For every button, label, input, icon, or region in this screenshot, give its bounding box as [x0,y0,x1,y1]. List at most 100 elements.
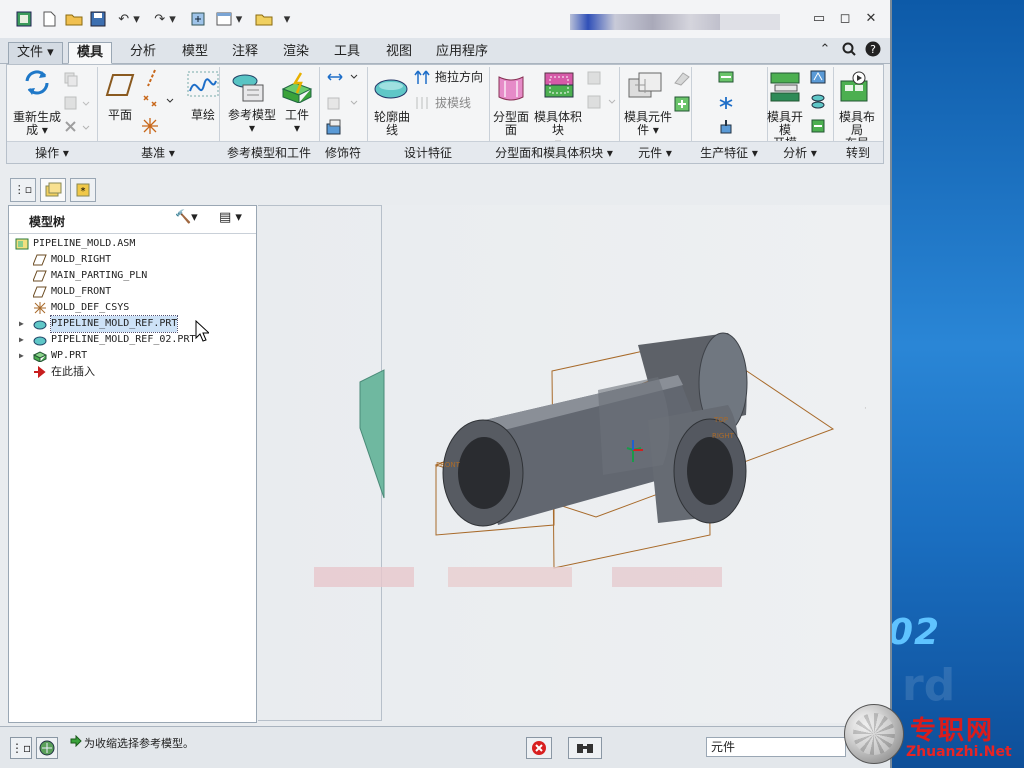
tree-row-insert-here[interactable]: 在此插入 [9,364,256,380]
create-component-icon[interactable] [673,95,691,116]
contour-curve-icon[interactable] [373,77,409,104]
model-tree-tab-icon[interactable]: ⋮▫ [10,178,36,202]
undo-icon[interactable]: ↶ ▾ [114,10,144,28]
collapse-ribbon-icon[interactable]: ⌃ [816,40,834,58]
toggle-browser-icon[interactable] [36,737,58,759]
sketch-icon[interactable] [187,71,219,100]
tree-row-root[interactable]: PIPELINE_MOLD.ASM [9,236,256,252]
tab-file[interactable]: 文件 ▾ [8,42,63,64]
regenerate-icon[interactable] [23,69,53,100]
group-production-features[interactable]: 生产特征 ▾ [691,141,767,163]
thickness-check-icon[interactable] [809,93,827,114]
drag-direction-icon[interactable] [413,69,431,88]
delete-icon[interactable] [63,119,93,138]
mold-component-icon[interactable] [627,71,663,106]
csys-icon[interactable] [141,117,159,138]
point-icon[interactable] [141,93,177,112]
tab-model[interactable]: 模型 [174,42,216,64]
tab-analysis[interactable]: 分析 [122,42,164,64]
group-analysis[interactable]: 分析 ▾ [767,141,833,163]
cavity-icon[interactable] [325,119,343,138]
copy-icon[interactable] [63,71,79,90]
tree-row-main-parting-pln[interactable]: MAIN_PARTING_PLN [9,268,256,284]
app-logo-icon[interactable] [14,10,34,28]
paste-icon[interactable] [63,95,93,114]
tree-row-mold-def-csys[interactable]: MOLD_DEF_CSYS [9,300,256,316]
cancel-selection-button[interactable] [526,737,552,759]
maximize-button[interactable]: ◻ [836,10,854,28]
group-design-features[interactable]: 设计特征 [367,141,489,163]
workpiece-icon[interactable] [279,71,315,106]
new-file-icon[interactable] [40,10,58,28]
mold-volume-icon[interactable] [541,71,577,104]
close-window-folder-icon[interactable] [252,10,276,28]
group-operations[interactable]: 操作 ▾ [7,141,97,163]
water-line-icon[interactable] [717,95,735,114]
expand-arrow-icon[interactable]: ▶ [19,332,24,348]
tree-row-ref-part-2[interactable]: ▶ PIPELINE_MOLD_REF_02.PRT [9,332,256,348]
windows-icon[interactable]: ▾ [212,10,246,28]
tree-row-ref-part-1[interactable]: ▶ PIPELINE_MOLD_REF.PRT [9,315,256,333]
scale-icon[interactable] [325,95,361,114]
axis-icon[interactable] [145,69,159,90]
regenerate-button[interactable]: 重新生成成 ▾ [11,111,63,137]
drag-direction-button[interactable]: 拖拉方向 [435,71,491,84]
tree-settings-icon[interactable]: 🔨▾ [175,210,198,225]
draft-check-icon[interactable] [809,69,827,88]
selection-filter-dropdown[interactable]: 元件 [706,737,846,757]
tab-view[interactable]: 视图 [378,42,420,64]
volume-split-icon[interactable] [585,93,621,114]
projected-area-icon[interactable] [809,117,827,138]
group-goto[interactable]: 转到 [833,141,883,163]
tab-applications[interactable]: 应用程序 [428,42,496,64]
open-folder-icon[interactable] [64,10,84,28]
split-icon[interactable] [585,69,603,90]
group-modifiers[interactable]: 修饰符 [319,141,367,163]
mold-layout-icon[interactable] [839,71,873,106]
tab-render[interactable]: 渲染 [275,42,317,64]
group-parting-and-volume[interactable]: 分型面和模具体积块 ▾ [489,141,619,163]
folder-browser-tab-icon[interactable] [40,178,66,202]
graphics-viewport[interactable]: TOP RIGHT FRONT · [258,205,890,723]
ejector-icon[interactable] [717,119,735,138]
help-icon[interactable]: ? [864,40,882,58]
parting-surface-icon[interactable] [495,73,527,104]
workpiece-button[interactable]: 工件 ▾ [277,109,317,135]
draft-line-button[interactable]: 拔模线 [435,97,485,110]
sketch-button[interactable]: 草绘 [185,109,221,122]
plane-button[interactable]: 平面 [103,109,137,122]
assembly-icon[interactable] [673,69,691,90]
contour-curve-button[interactable]: 轮廓曲线 [369,111,415,137]
plane-icon[interactable] [105,73,135,100]
parting-surface-button[interactable]: 分型面面 [493,111,529,137]
shrink-icon[interactable] [325,69,361,88]
tab-mold[interactable]: 模具 [68,42,113,64]
tab-annotate[interactable]: 注释 [224,42,266,64]
toggle-navigator-icon[interactable]: ⋮▫ [10,737,32,759]
minimize-button[interactable]: ▭ [810,10,828,28]
reference-model-icon[interactable] [231,71,267,106]
tree-row-mold-right[interactable]: MOLD_RIGHT [9,252,256,268]
expand-arrow-icon[interactable]: ▶ [19,316,24,332]
favorites-tab-icon[interactable]: * [70,178,96,202]
mold-opening-icon[interactable] [769,71,803,106]
group-component[interactable]: 元件 ▾ [619,141,691,163]
close-button[interactable]: ✕ [862,10,880,28]
reference-model-button[interactable]: 参考模型 ▾ [225,109,279,135]
tree-columns-icon[interactable]: ▤ ▾ [219,210,242,225]
find-button[interactable] [568,737,602,759]
group-ref-model-workpiece[interactable]: 参考模型和工件 [219,141,319,163]
tree-row-wp-prt[interactable]: ▶ WP.PRT [9,348,256,364]
tab-tools[interactable]: 工具 [326,42,368,64]
mold-component-button[interactable]: 模具元件件 ▾ [623,111,673,137]
redo-icon[interactable]: ↷ ▾ [150,10,180,28]
runner-icon[interactable] [717,69,735,88]
draft-line-icon[interactable] [413,95,431,114]
regenerate-small-icon[interactable] [188,10,208,28]
search-icon[interactable] [840,40,858,58]
save-icon[interactable] [88,10,108,28]
customize-toolbar-chevron-icon[interactable]: ▾ [280,10,294,28]
expand-arrow-icon[interactable]: ▶ [19,348,24,364]
tree-row-mold-front[interactable]: MOLD_FRONT [9,284,256,300]
group-datum[interactable]: 基准 ▾ [97,141,219,163]
